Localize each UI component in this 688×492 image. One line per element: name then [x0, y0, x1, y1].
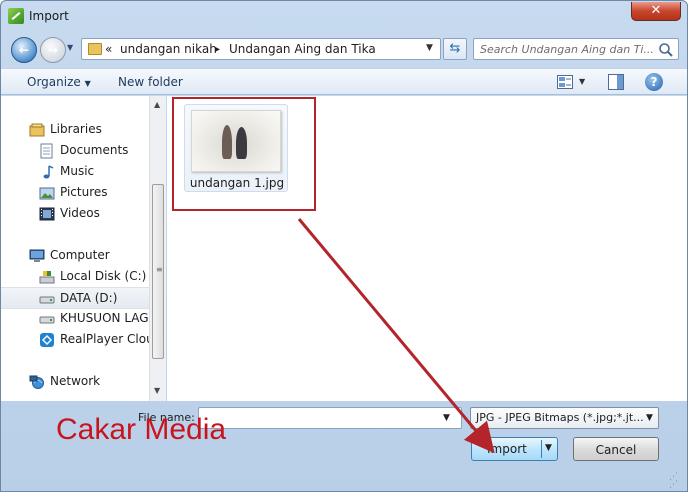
thumbnail-figure: [236, 127, 247, 159]
folder-icon: [88, 43, 102, 55]
change-view-icon[interactable]: [557, 75, 573, 89]
local-disk-icon: [39, 271, 55, 284]
import-button[interactable]: Import ▼: [471, 437, 558, 461]
back-arrow-icon: ←: [18, 43, 30, 57]
nav-item-label: Libraries: [50, 122, 102, 136]
nav-item-label: RealPlayer Cloud: [60, 332, 149, 346]
app-icon: [8, 8, 24, 24]
nav-item-khusuon-lagu[interactable]: KHUSUON LAGU: [1, 308, 149, 330]
address-overflow[interactable]: «: [105, 42, 112, 56]
breadcrumb-undangan-nikah[interactable]: undangan nikah: [120, 42, 217, 56]
chevron-down-icon: ▼: [84, 79, 91, 88]
computer-icon: [29, 249, 45, 262]
address-dropdown-icon[interactable]: ▼: [426, 43, 433, 53]
nav-item-realplayer-cloud[interactable]: RealPlayer Cloud: [1, 329, 149, 351]
nav-item-pictures[interactable]: Pictures: [1, 182, 149, 204]
import-dialog: Import ✕ ← → ▼ « undangan nikah ▸ Undang…: [0, 0, 688, 492]
cancel-button[interactable]: Cancel: [573, 437, 659, 461]
nav-item-label: Music: [60, 164, 95, 178]
organize-label: Organize: [27, 75, 81, 89]
organize-button[interactable]: Organize ▼: [27, 75, 91, 89]
nav-item-label: KHUSUON LAGU: [60, 311, 149, 325]
refresh-icon: ⇆: [449, 41, 461, 56]
nav-item-label: Network: [50, 374, 101, 388]
nav-item-videos[interactable]: Videos: [1, 203, 149, 225]
nav-item-documents[interactable]: Documents: [1, 140, 149, 162]
close-button[interactable]: ✕: [631, 2, 681, 21]
nav-item-label: Computer: [50, 248, 110, 262]
navigation-scrollbar[interactable]: ▲ ≡ ▼: [149, 96, 166, 401]
import-label: Import: [487, 442, 527, 456]
realplayer-icon: [40, 333, 54, 347]
file-type-value: JPG - JPEG Bitmaps (*.jpg;*.jt...: [476, 411, 644, 424]
search-box[interactable]: [473, 38, 679, 60]
file-name-dropdown-icon[interactable]: ▼: [443, 413, 450, 423]
help-icon[interactable]: ?: [645, 73, 663, 91]
preview-pane-icon[interactable]: [608, 74, 624, 90]
nav-item-label: Videos: [60, 206, 100, 220]
scroll-up-icon[interactable]: ▲: [154, 100, 160, 109]
recent-pages-button[interactable]: ▼: [67, 43, 77, 57]
refresh-button[interactable]: ⇆: [443, 38, 467, 60]
navigation-pane: Libraries Documents Music Pictures Video…: [1, 96, 166, 401]
nav-item-label: DATA (D:): [60, 291, 118, 305]
nav-item-network[interactable]: Network: [1, 371, 149, 393]
documents-icon: [40, 143, 53, 159]
chevron-down-icon: ▼: [67, 43, 74, 52]
music-icon: [43, 165, 54, 179]
command-toolbar: Organize ▼ New folder ▼ ?: [1, 68, 687, 95]
nav-item-data-d[interactable]: DATA (D:): [1, 287, 149, 309]
close-icon: ✕: [650, 3, 662, 18]
window-title: Import: [29, 9, 69, 23]
grip-icon: ≡: [156, 265, 163, 274]
file-name-label: undangan 1.jpg: [189, 176, 285, 190]
file-list-area[interactable]: undangan 1.jpg: [167, 96, 687, 401]
file-type-select[interactable]: JPG - JPEG Bitmaps (*.jpg;*.jt... ▼: [470, 407, 659, 429]
nav-item-local-disk-c[interactable]: Local Disk (C:): [1, 266, 149, 288]
network-icon: [29, 375, 44, 389]
import-options-dropdown-icon[interactable]: ▼: [545, 443, 552, 453]
nav-item-label: Documents: [60, 143, 129, 157]
thumbnail-figure: [222, 125, 232, 159]
forward-arrow-icon: →: [47, 43, 59, 57]
pictures-icon: [39, 187, 55, 200]
new-folder-button[interactable]: New folder: [118, 75, 183, 89]
file-item[interactable]: undangan 1.jpg: [184, 104, 288, 192]
address-bar[interactable]: « undangan nikah ▸ Undangan Aing dan Tik…: [81, 38, 441, 60]
file-name-input[interactable]: [198, 407, 462, 429]
view-options-dropdown-icon[interactable]: ▼: [579, 77, 585, 86]
nav-item-music[interactable]: Music: [1, 161, 149, 183]
breadcrumb-undangan-aing-dan-tika[interactable]: Undangan Aing dan Tika: [229, 42, 376, 56]
search-icon[interactable]: [658, 42, 674, 58]
breadcrumb-separator-icon[interactable]: ▸: [215, 44, 220, 55]
resize-grip-icon[interactable]: ⋰ ⋰: [669, 473, 685, 490]
back-button[interactable]: ←: [11, 37, 37, 63]
videos-icon: [39, 207, 55, 221]
title-bar[interactable]: Import ✕: [1, 1, 687, 31]
nav-item-label: Pictures: [60, 185, 108, 199]
nav-item-libraries[interactable]: Libraries: [1, 119, 149, 141]
libraries-icon: [29, 123, 45, 137]
search-input[interactable]: [478, 40, 656, 58]
split-divider: [541, 440, 542, 458]
nav-item-label: Local Disk (C:): [60, 269, 147, 283]
chevron-down-icon: ▼: [646, 413, 653, 423]
watermark-text: Cakar Media: [56, 413, 227, 446]
drive-icon: [39, 296, 55, 304]
nav-item-computer[interactable]: Computer: [1, 245, 149, 267]
forward-button[interactable]: →: [40, 37, 66, 63]
image-thumbnail: [191, 110, 281, 172]
scrollbar-thumb[interactable]: ≡: [152, 184, 164, 359]
drive-icon: [39, 316, 55, 324]
scroll-down-icon[interactable]: ▼: [154, 386, 160, 395]
